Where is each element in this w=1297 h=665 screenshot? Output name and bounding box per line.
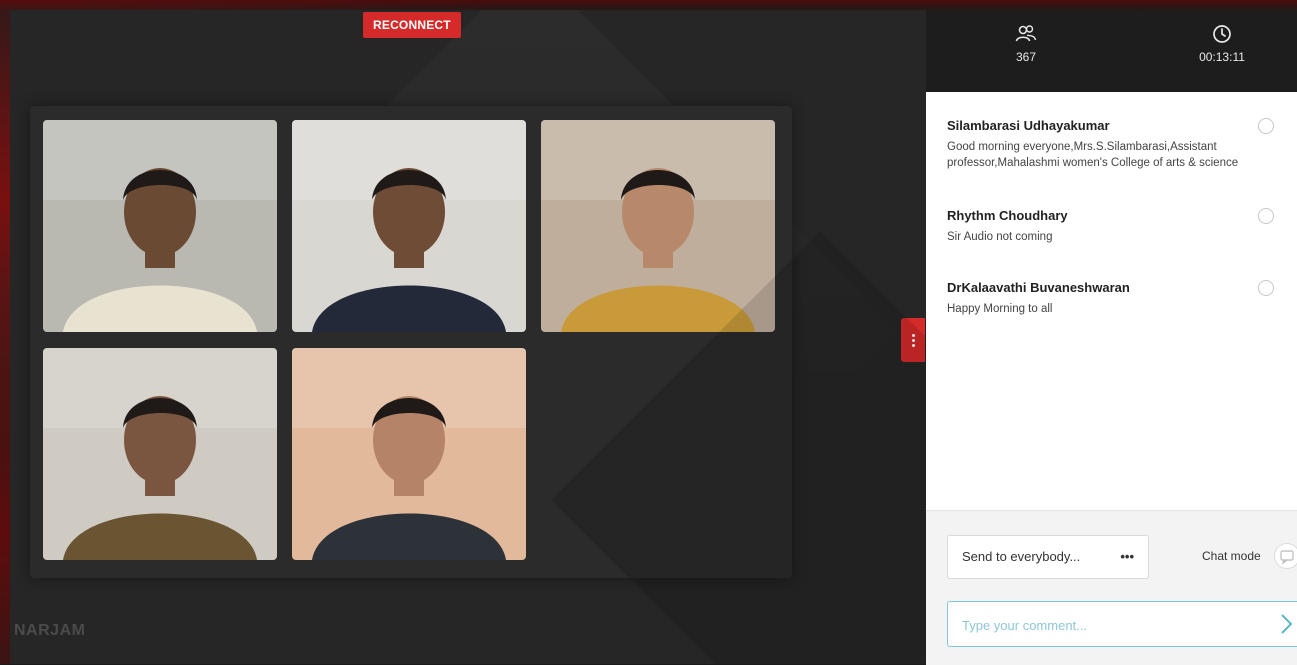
recipient-select[interactable]: Send to everybody... •••: [947, 535, 1149, 579]
session-stats-bar: 367 00:13:11: [926, 10, 1297, 92]
chat-message-list: Silambarasi Udhayakumar Good morning eve…: [926, 92, 1297, 510]
video-tile-participant-4[interactable]: [43, 348, 277, 560]
message-author: Silambarasi Udhayakumar: [947, 118, 1110, 133]
message-text: Sir Audio not coming: [947, 231, 1053, 243]
message-author: DrKalaavathi Buvaneshwaran: [947, 280, 1130, 295]
video-feed: [541, 120, 775, 332]
timer-value: 00:13:11: [1199, 50, 1245, 64]
participants-count: 367: [1015, 50, 1037, 64]
video-tile-participant-5[interactable]: [292, 348, 526, 560]
side-panel: 367 00:13:11 Silambarasi Udhayakumar Goo…: [926, 10, 1297, 665]
chat-message: DrKalaavathi Buvaneshwaran Happy Morning…: [947, 280, 1287, 317]
message-text: Happy Morning to all: [947, 303, 1053, 315]
comment-input[interactable]: [960, 602, 1264, 648]
users-icon: [1015, 25, 1037, 42]
chat-message: Silambarasi Udhayakumar Good morning eve…: [947, 118, 1287, 171]
brand-watermark: NARJAM: [14, 622, 86, 639]
clock-icon: [1213, 25, 1231, 43]
video-tile-participant-1[interactable]: [43, 120, 277, 332]
video-stage: RECONNECT NARJAM: [10, 10, 926, 664]
message-author: Rhythm Choudhary: [947, 208, 1068, 223]
message-select-radio[interactable]: [1258, 208, 1274, 224]
comment-box: [947, 601, 1297, 648]
more-options-icon: •••: [1120, 549, 1134, 564]
panel-toggle-button[interactable]: [901, 318, 925, 362]
video-feed: [292, 120, 526, 332]
chevron-right-icon[interactable]: [1274, 612, 1297, 636]
video-feed: [43, 120, 277, 332]
message-text: Good morning everyone,Mrs.S.Silambarasi,…: [947, 141, 1239, 169]
video-grid: [30, 106, 792, 578]
chat-composer: Send to everybody... ••• Chat mode: [926, 510, 1297, 665]
video-tile-participant-3[interactable]: [541, 120, 775, 332]
vertical-dots-icon: [911, 333, 915, 347]
video-tile-participant-2[interactable]: [292, 120, 526, 332]
video-feed: [43, 348, 277, 560]
participants-stat[interactable]: 367: [986, 24, 1066, 64]
recipient-label: Send to everybody...: [962, 549, 1081, 564]
message-select-radio[interactable]: [1258, 280, 1274, 296]
chat-mode-label: Chat mode: [1202, 549, 1261, 563]
message-select-radio[interactable]: [1258, 118, 1274, 134]
video-feed: [292, 348, 526, 560]
chat-mode-toggle[interactable]: [1274, 543, 1297, 569]
chat-message: Rhythm Choudhary Sir Audio not coming: [947, 208, 1287, 245]
reconnect-button[interactable]: RECONNECT: [363, 12, 461, 38]
chat-bubble-icon: [1280, 550, 1294, 565]
session-timer: 00:13:11: [1182, 24, 1262, 64]
